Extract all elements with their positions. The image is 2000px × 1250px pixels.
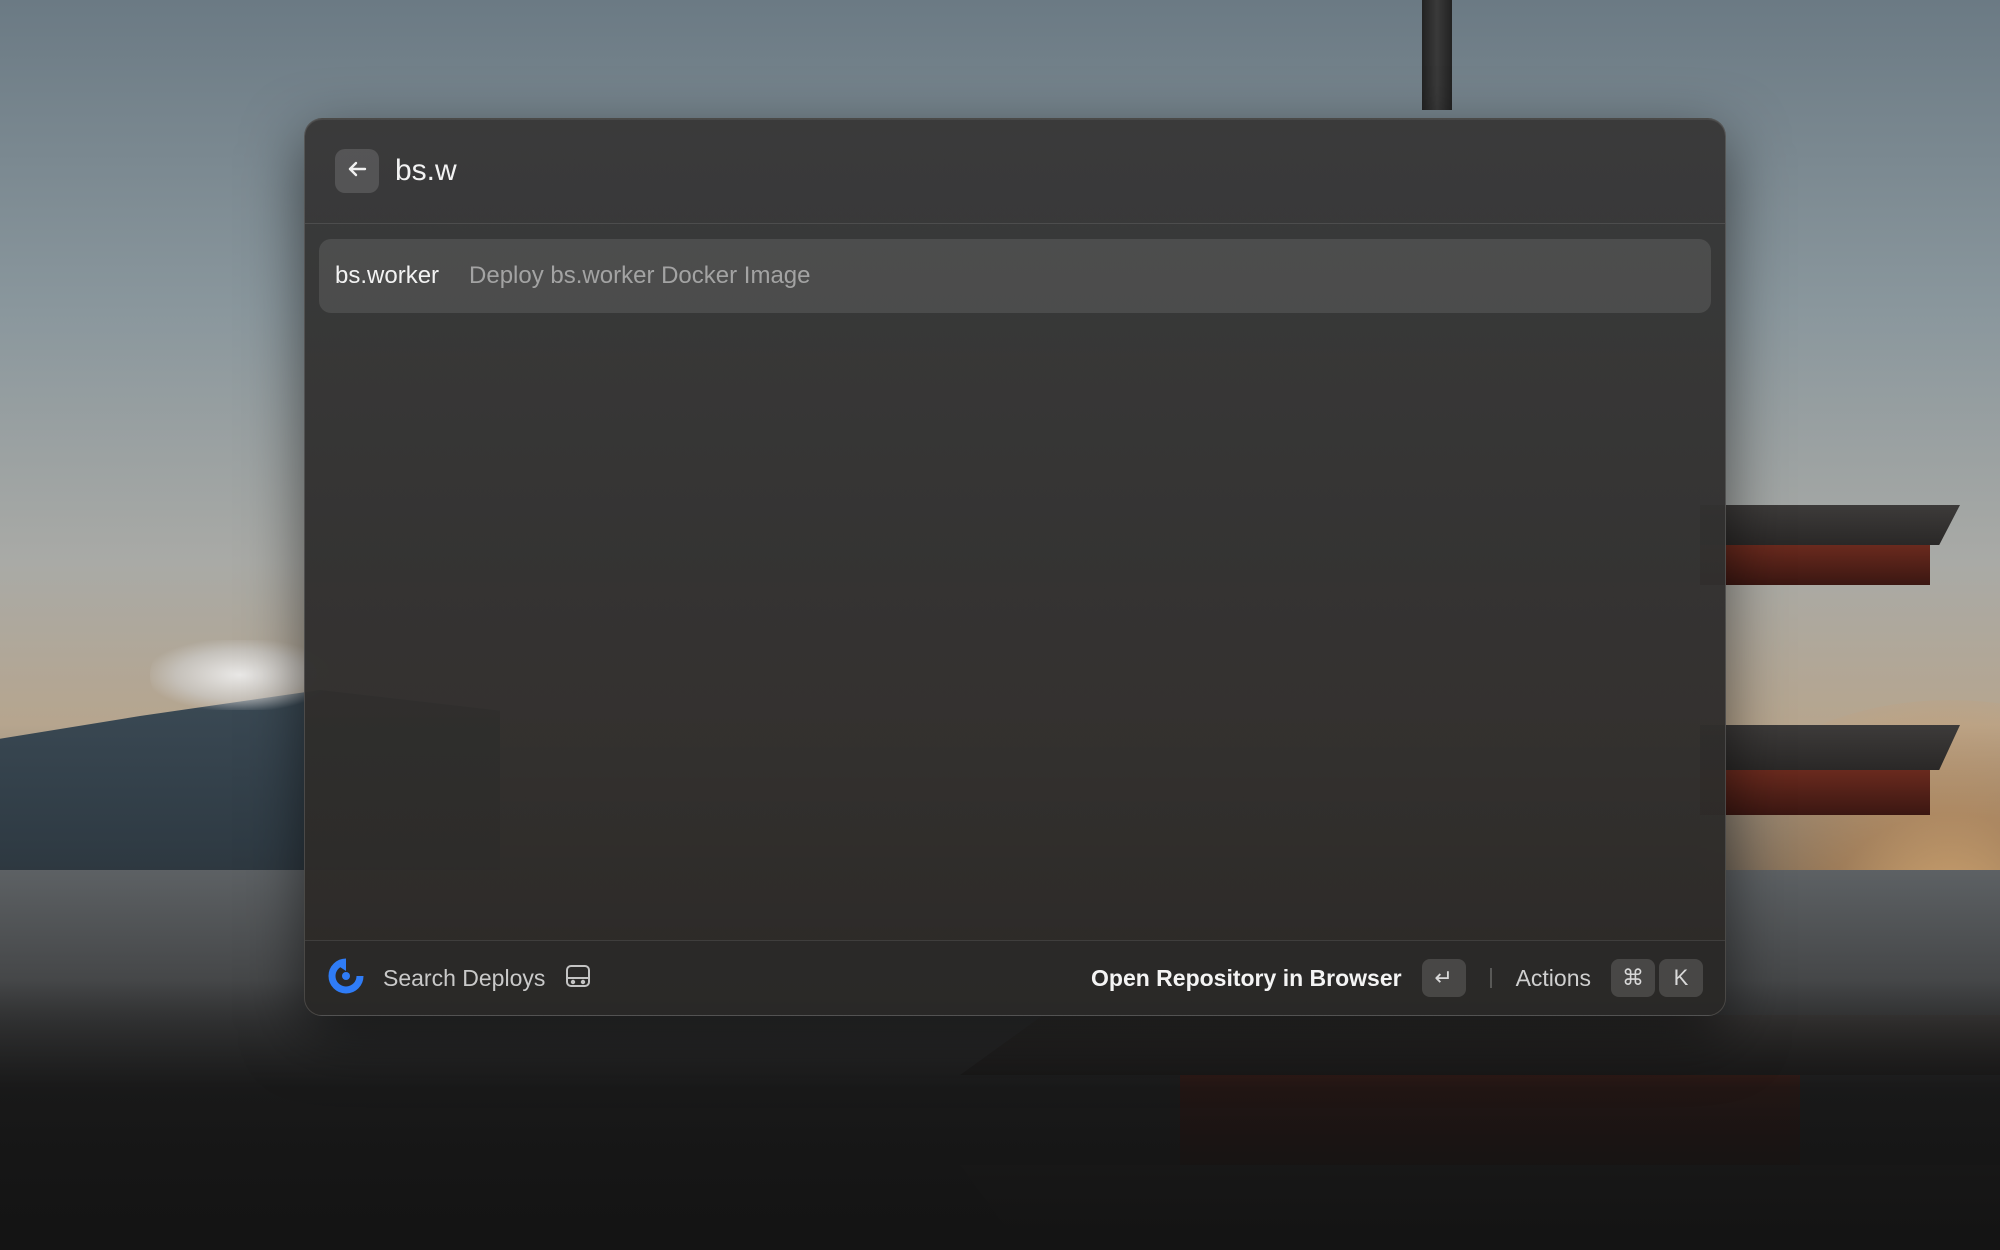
list-item-title: bs.worker (335, 262, 440, 289)
list-item[interactable]: bs.worker Deploy bs.worker Docker Image (319, 239, 1711, 313)
actions-button[interactable]: Actions (1516, 965, 1591, 992)
wallpaper-cloud (150, 640, 330, 710)
app-title: Search Deploys (383, 964, 546, 991)
action-bar: Search Deploys Open Repository in Browse… (305, 940, 1725, 1015)
wallpaper-trees (0, 980, 2000, 1250)
wallpaper-pagoda-balcony (1700, 770, 1930, 815)
hard-drive-icon[interactable] (545, 961, 593, 996)
open-repository-button[interactable]: Open Repository in Browser (1091, 965, 1402, 992)
back-button[interactable] (335, 149, 379, 193)
command-key-hint: ⌘ (1611, 959, 1655, 997)
search-bar (305, 119, 1725, 224)
arrow-left-icon (345, 157, 369, 186)
deploy-app-icon (327, 957, 365, 1000)
wallpaper-pagoda-roof (1700, 725, 1960, 770)
launcher-window: bs.worker Deploy bs.worker Docker Image … (304, 118, 1726, 1016)
search-input[interactable] (395, 145, 1675, 197)
list-item-subtitle: Deploy bs.worker Docker Image (469, 262, 811, 289)
result-list: bs.worker Deploy bs.worker Docker Image (319, 239, 1711, 313)
wallpaper-pagoda-spire (1422, 0, 1452, 110)
k-key-hint: K (1659, 959, 1703, 997)
wallpaper-pagoda-roof (1700, 505, 1960, 545)
footer-divider (1489, 968, 1492, 988)
enter-key-hint: ↵ (1421, 959, 1466, 997)
wallpaper-pagoda-balcony (1700, 545, 1930, 585)
